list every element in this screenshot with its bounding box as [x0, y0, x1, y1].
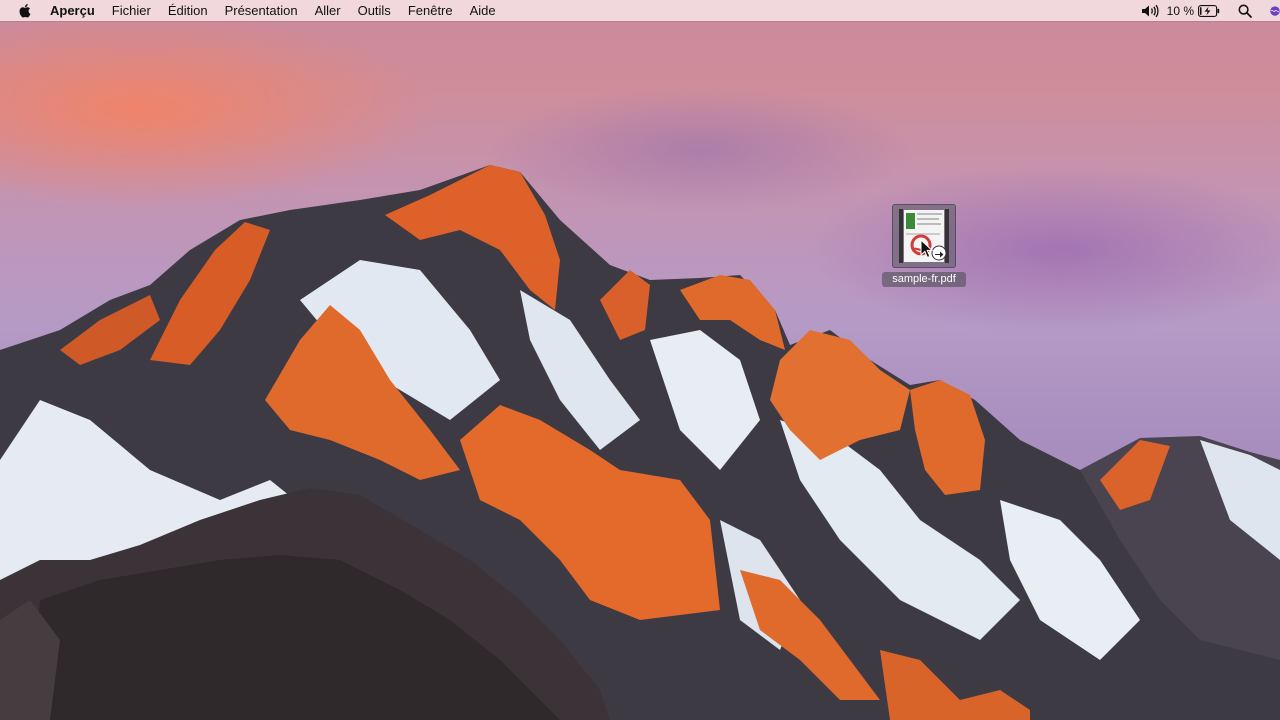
battery-percentage[interactable]: 10 %	[1167, 4, 1194, 18]
battery-charging-icon[interactable]	[1198, 4, 1220, 17]
menu-edition[interactable]: Édition	[168, 3, 208, 18]
apple-logo-icon[interactable]	[18, 3, 32, 19]
menu-bar: Aperçu Fichier Édition Présentation Alle…	[0, 0, 1280, 21]
status-area: 10 %	[1141, 0, 1280, 21]
mountain-wallpaper-image	[0, 165, 1280, 720]
menu-fenetre[interactable]: Fenêtre	[408, 3, 453, 18]
app-menu-apercu[interactable]: Aperçu	[50, 3, 95, 18]
desktop-file-label[interactable]: sample-fr.pdf	[882, 272, 966, 287]
pointer-cursor-icon	[920, 239, 934, 259]
speaker-icon[interactable]	[1141, 4, 1159, 18]
menu-fichier[interactable]: Fichier	[112, 3, 151, 18]
siri-icon[interactable]	[1270, 3, 1280, 19]
menu-outils[interactable]: Outils	[358, 3, 391, 18]
menu-aide[interactable]: Aide	[470, 3, 496, 18]
menu-presentation[interactable]: Présentation	[225, 3, 298, 18]
search-icon[interactable]	[1238, 3, 1252, 18]
desktop-wallpaper	[0, 0, 1280, 720]
desktop-file-sample-fr-pdf[interactable]	[892, 204, 956, 268]
menu-aller[interactable]: Aller	[315, 3, 341, 18]
